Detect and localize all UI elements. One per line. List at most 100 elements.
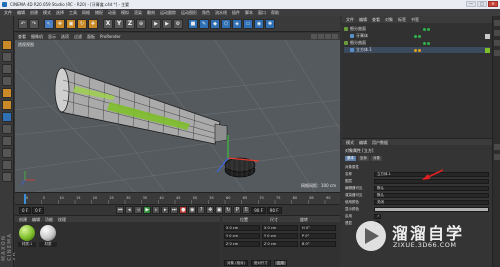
make-editable-icon[interactable] — [1, 40, 12, 50]
deformer-icon[interactable]: ◈ — [232, 18, 242, 29]
menu-item[interactable]: 捕捉 — [95, 9, 103, 16]
viewport-menu-item[interactable]: 摄像机 — [31, 33, 43, 40]
layers-tab-icon[interactable] — [494, 50, 500, 56]
size-mode-select[interactable]: 绝对尺寸 — [250, 260, 271, 266]
solo-icon[interactable] — [1, 172, 12, 182]
visibility-dots[interactable] — [414, 48, 421, 52]
next-key-icon[interactable]: ▸ — [161, 206, 170, 214]
model-mode-icon[interactable] — [1, 52, 12, 62]
material-swatch[interactable]: 材质 — [39, 225, 57, 247]
menu-item[interactable]: 运动跟踪 — [160, 9, 176, 16]
object-menu-item[interactable]: 标签 — [398, 16, 406, 23]
subdivision-surface-icon[interactable]: ◆ — [210, 18, 220, 29]
rotate-tool-icon[interactable]: ↻ — [77, 18, 87, 29]
position-y-field[interactable]: Y 0 cm — [224, 233, 260, 239]
menu-item[interactable]: 选择 — [56, 9, 64, 16]
material-tag-icon[interactable] — [485, 47, 490, 53]
viewport-rotate-icon[interactable] — [325, 34, 331, 39]
maximize-button[interactable]: □ — [477, 1, 487, 7]
viewport-toggle-icon[interactable] — [332, 34, 338, 39]
object-row[interactable]: 细分曲面 — [344, 40, 490, 46]
size-x-field[interactable]: X 0 cm — [262, 225, 298, 231]
lock-workplane-icon[interactable] — [1, 160, 12, 170]
rotation-p-field[interactable]: P 0° — [300, 233, 336, 239]
visibility-dots[interactable] — [423, 27, 430, 31]
live-selection-icon[interactable]: ↖ — [44, 18, 54, 29]
layer-tab-icon[interactable] — [494, 154, 500, 160]
material-swatch[interactable]: 材质.1 — [18, 225, 36, 247]
menu-item[interactable]: 运动图形 — [181, 9, 197, 16]
close-button[interactable]: ✕ — [488, 1, 498, 7]
perspective-viewport[interactable]: 透视视图 网格间距：100 cm — [15, 40, 340, 192]
recent-tools-icon[interactable]: ✚ — [88, 18, 98, 29]
viewport-menu-item[interactable]: 过滤 — [74, 33, 82, 40]
object-row-selected[interactable]: 立方体.1 — [344, 47, 490, 53]
timeline-ruler[interactable]: 0 5 10 15 20 25 30 35 40 45 50 55 60 65 70 75 80 85 90 — [15, 192, 340, 204]
menu-item[interactable]: 流水线 — [215, 9, 227, 16]
record-icon[interactable]: ● — [179, 206, 188, 214]
move-tool-icon[interactable]: ✥ — [55, 18, 65, 29]
render-visible-select[interactable]: 默认 — [374, 192, 489, 198]
menu-item[interactable]: 创建 — [30, 9, 38, 16]
points-mode-icon[interactable] — [1, 88, 12, 98]
snap-icon[interactable] — [1, 148, 12, 158]
viewport-zoom-icon[interactable] — [318, 34, 324, 39]
display-color-swatch[interactable] — [374, 206, 489, 212]
object-menu-item[interactable]: 查看 — [372, 16, 380, 23]
object-row[interactable]: 细分曲面 — [344, 26, 490, 32]
axis-mode-icon[interactable] — [1, 124, 12, 134]
play-icon[interactable]: ▶ — [143, 206, 152, 214]
object-menu-item[interactable]: 文件 — [346, 16, 354, 23]
edit-render-settings-icon[interactable]: ⚙ — [173, 18, 183, 29]
scale-key-icon[interactable]: ▣ — [215, 206, 224, 214]
cube-object-icon[interactable]: ■ — [188, 18, 198, 29]
menu-item[interactable]: 网格 — [82, 9, 90, 16]
rotation-key-icon[interactable]: ↻ — [224, 206, 233, 214]
goto-start-icon[interactable]: ⏮ — [116, 206, 125, 214]
menu-item[interactable]: 渲染 — [134, 9, 142, 16]
menu-item[interactable]: 插件 — [232, 9, 240, 16]
viewport-menu-item[interactable]: ProRender — [100, 33, 121, 40]
rotation-h-field[interactable]: H 0° — [300, 225, 336, 231]
attributes-tab-icon[interactable] — [494, 144, 500, 150]
menu-item[interactable]: 角色 — [202, 9, 210, 16]
menu-item[interactable]: 文件 — [4, 9, 12, 16]
tab-coordinates[interactable]: 坐标 — [358, 156, 369, 161]
redo-icon[interactable]: ↷ — [29, 18, 39, 29]
editor-visible-select[interactable]: 默认 — [374, 185, 489, 191]
preview-end-field[interactable]: 90 F — [266, 206, 282, 214]
material-tag-icon[interactable] — [485, 33, 490, 39]
autokey-icon[interactable]: ◉ — [188, 206, 197, 214]
structure-tab-icon[interactable] — [494, 40, 500, 46]
point-level-icon[interactable]: ⠿ — [242, 206, 251, 214]
menu-item[interactable]: 模拟 — [121, 9, 129, 16]
viewport-menu-item[interactable]: 显示 — [48, 33, 56, 40]
coordinate-system-button[interactable]: ⊕ — [136, 18, 146, 29]
current-frame-field[interactable]: 0 F — [32, 206, 45, 214]
parameter-key-icon[interactable]: P — [233, 206, 242, 214]
playhead[interactable] — [24, 194, 26, 204]
tweak-mode-icon[interactable] — [1, 136, 12, 146]
prev-frame-icon[interactable]: ◃ — [134, 206, 143, 214]
x-axis-lock-button[interactable]: X — [103, 18, 113, 29]
menu-item[interactable]: 脚本 — [245, 9, 253, 16]
render-picture-viewer-icon[interactable]: ▶ — [162, 18, 172, 29]
menu-item[interactable]: 帮助 — [271, 9, 279, 16]
position-z-field[interactable]: Z 0 cm — [224, 241, 260, 247]
menu-item[interactable]: 编辑 — [17, 9, 25, 16]
visibility-dots[interactable] — [414, 34, 421, 38]
object-menu-item[interactable]: 书签 — [411, 16, 419, 23]
content-browser-tab-icon[interactable] — [494, 30, 500, 36]
apply-button[interactable]: 应用 — [273, 260, 287, 266]
edges-mode-icon[interactable] — [1, 100, 12, 110]
light-icon[interactable]: ✺ — [265, 18, 275, 29]
end-frame-field[interactable]: 90 F — [251, 206, 266, 214]
render-view-icon[interactable]: ▶ — [151, 18, 161, 29]
undo-icon[interactable]: ↶ — [18, 18, 28, 29]
size-y-field[interactable]: Y 0 cm — [262, 233, 298, 239]
coordinate-mode-select[interactable]: 对象 (相对) — [224, 260, 248, 266]
pen-spline-icon[interactable]: ✎ — [199, 18, 209, 29]
viewport-menu-item[interactable]: 查看 — [18, 33, 26, 40]
position-key-icon[interactable]: ✥ — [206, 206, 215, 214]
cloner-icon[interactable]: ⬡ — [221, 18, 231, 29]
